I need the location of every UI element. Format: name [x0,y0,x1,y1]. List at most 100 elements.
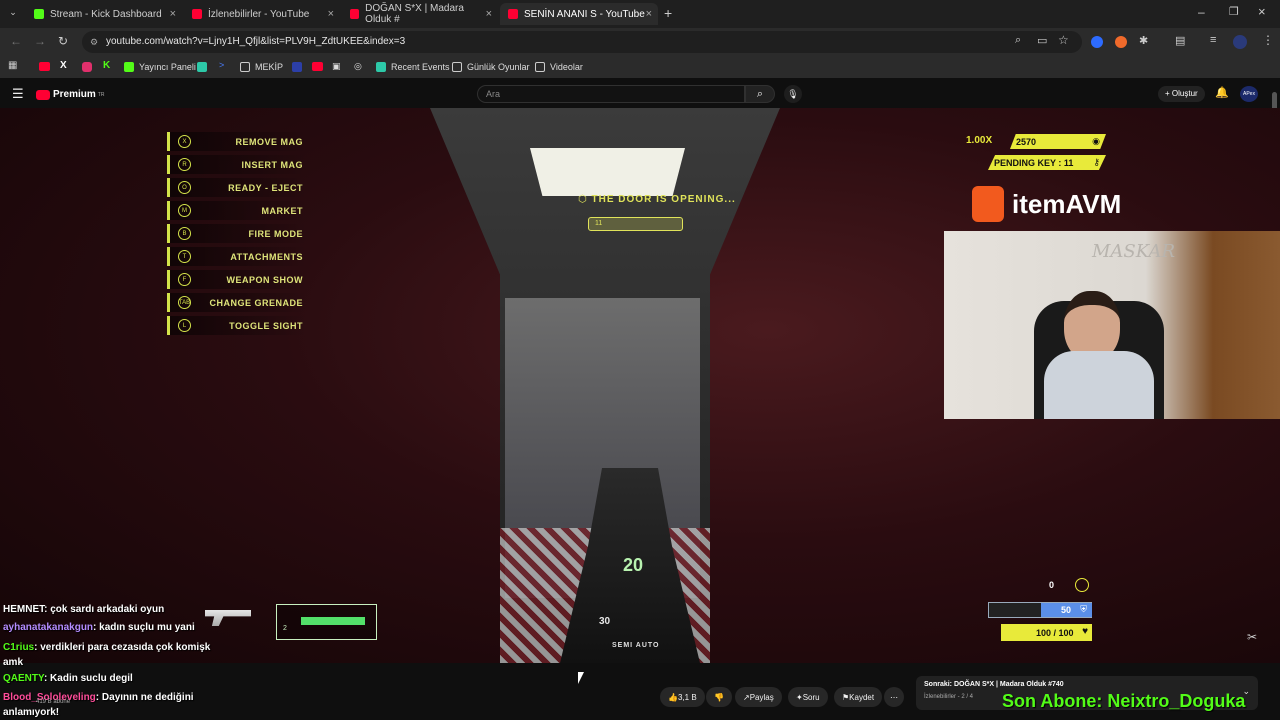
restore-button[interactable]: ❐ [1229,5,1239,18]
kick-icon [124,62,134,72]
streamer-shirt [1044,351,1154,419]
folder-icon [240,62,250,72]
bookmark-instagram-icon[interactable] [82,62,92,72]
rifle-icon [301,617,365,625]
search-input[interactable]: Ara [477,85,745,103]
notifications-bell-icon[interactable]: 🔔 [1215,86,1229,99]
like-button[interactable]: 👍 3,1 B [660,687,705,707]
close-icon[interactable]: × [486,8,492,20]
site-info-icon[interactable]: ⚙ [90,31,98,53]
sparkle-icon: ✦ [796,692,803,702]
channel-subscribers: 419 B abone [36,699,71,705]
tab-search-icon[interactable]: ⌄ [6,7,20,21]
thumbs-up-icon: 👍 [668,692,678,702]
settings-wrench-icon[interactable]: ✂ [1247,630,1257,644]
back-icon[interactable]: ← [10,34,22,48]
tab-label: İzlenebilirler - YouTube [208,8,310,20]
bookmark-kick-icon[interactable]: K [103,60,110,71]
bookmark-x-icon[interactable]: X [60,60,67,71]
tab-senin-anani[interactable]: SENİN ANANI S - YouTube × [500,3,658,25]
last-subscriber-overlay: Son Abone: Neixtro_Doguka [1002,691,1246,711]
youtube-logo[interactable]: Premium TR [36,89,104,100]
more-actions-button[interactable]: ⋯ [884,687,904,707]
reload-icon[interactable]: ↻ [58,34,68,48]
grenade-icon [1075,578,1089,592]
key-icon: ⚷ [1093,157,1100,167]
bookmark-recent-events[interactable]: Recent Events [376,60,450,74]
youtube-icon [192,9,202,19]
close-icon[interactable]: × [328,8,334,20]
bookmark-image-icon[interactable]: ▣ [332,61,341,72]
keybind-weapon-show: F WEAPON SHOW [167,270,307,289]
door-opening-notice: ⬡ THE DOOR IS OPENING... [578,194,736,205]
browser-menu-icon[interactable]: ⋮ [1262,33,1274,47]
sponsor-logo: itemAVM [972,186,1121,222]
share-button[interactable]: ↗ Paylaş [735,687,782,707]
keybind-remove-mag: X REMOVE MAG [167,132,307,151]
browser-tab-bar: ⌄ Stream - Kick Dashboard × İzlenebilirl… [0,0,1280,28]
kick-icon [34,9,44,19]
chat-message: HEMNET: çok sardı arkadaki oyun [3,604,165,615]
account-avatar[interactable]: APex [1240,86,1258,102]
coin-icon: ◉ [1092,136,1100,146]
tab-label: DOĞAN S*X | Madara Olduk # [365,3,464,25]
extension-orange-icon[interactable] [1115,36,1127,48]
extensions-puzzle-icon[interactable]: ✱ [1139,34,1148,47]
armor-bar: 50 ⛨ [988,602,1092,618]
menu-hamburger-icon[interactable]: ☰ [12,86,24,102]
bookmark-youtube-icon[interactable] [312,62,323,71]
thumbs-down-icon: 👎 [714,692,724,702]
tab-label: SENİN ANANI S - YouTube [524,8,645,20]
tab-izlenebilirler[interactable]: İzlenebilirler - YouTube × [184,3,340,25]
save-button[interactable]: ⚑ Kaydet [834,687,883,707]
url-text: youtube.com/watch?v=Ljny1H_Qfjl&list=PLV… [106,36,406,47]
folder-icon [535,62,545,72]
bookmark-youtube-icon[interactable] [39,62,50,71]
extension-blue-icon[interactable] [1091,36,1103,48]
search-button[interactable]: ⌕ [745,85,775,103]
webcam-wall-sign: MASKAR [1092,241,1176,262]
keybind-change-grenade: TAB CHANGE GRENADE [167,293,307,312]
tab-label: Stream - Kick Dashboard [50,8,162,20]
close-window-button[interactable]: × [1258,4,1266,19]
tab-dogan[interactable]: DOĞAN S*X | Madara Olduk # × [342,3,498,25]
chat-message: Blood_Sololeveling: Dayının ne dediğini … [3,692,194,718]
plus-icon: + [1165,89,1172,98]
bookmark-mekip[interactable]: MEKİP [240,60,283,74]
dislike-button[interactable]: 👎 [706,687,732,707]
reading-list-icon[interactable]: ≡ [1210,34,1216,46]
bookmark-blue-icon[interactable] [292,62,302,72]
voice-search-icon[interactable]: 🎙 [784,85,802,103]
shield-icon: ⬡ [578,194,592,205]
close-icon[interactable]: × [170,8,176,20]
bookmark-videolar[interactable]: Videolar [535,60,583,74]
create-button[interactable]: + Oluştur [1158,86,1205,102]
streamer-webcam: MASKAR [944,231,1280,419]
bookmark-arrow-icon[interactable]: > [219,60,224,70]
tab-kick-dashboard[interactable]: Stream - Kick Dashboard × [26,3,182,25]
folder-icon [452,62,462,72]
minimize-button[interactable]: – [1198,5,1205,19]
side-panel-icon[interactable]: ▤ [1175,34,1185,47]
youtube-icon [508,9,518,19]
url-input[interactable]: ⚙ youtube.com/watch?v=Ljny1H_Qfjl&list=P… [82,31,1082,53]
bookmark-circle-icon[interactable]: ◎ [354,61,362,72]
video-player[interactable]: X REMOVE MAG R INSERT MAG O READY - EJECT M… [0,108,1280,663]
address-bar-row: ← → ↻ ⚙ youtube.com/watch?v=Ljny1H_Qfjl&… [0,28,1280,56]
bookmark-yayinci-paneli[interactable]: Yayıncı Paneli [124,60,196,74]
new-tab-button[interactable]: + [664,5,672,21]
score-multiplier: 1.00X [966,135,993,146]
apps-grid-icon[interactable]: ▦ [8,60,17,71]
cast-icon[interactable]: ▭ [1037,34,1047,47]
youtube-icon [350,9,360,19]
ask-button[interactable]: ✦ Soru [788,687,828,707]
zoom-icon[interactable]: ⌕ [1015,34,1021,47]
profile-avatar[interactable] [1233,35,1247,49]
bookmark-star-icon[interactable]: ☆ [1058,33,1069,47]
close-icon[interactable]: × [646,8,652,20]
money-counter: 2570 ◉ [1010,134,1106,149]
share-icon: ↗ [743,692,750,702]
bookmark-app-icon[interactable] [197,62,207,72]
bookmark-gunluk-oyunlar[interactable]: Günlük Oyunlar [452,60,530,74]
forward-icon[interactable]: → [34,34,46,48]
